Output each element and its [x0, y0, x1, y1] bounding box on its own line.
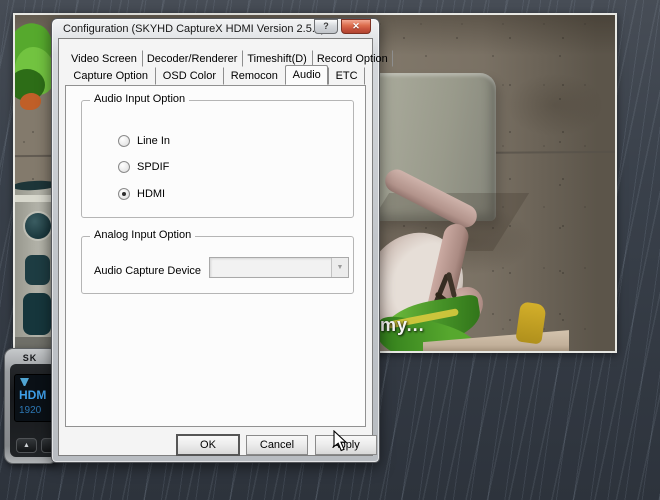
- configuration-dialog: Configuration (SKYHD CaptureX HDMI Versi…: [51, 18, 380, 463]
- radio-label: SPDIF: [137, 161, 169, 173]
- device-lcd-screen: HDM 1920: [14, 374, 56, 422]
- scene-yellow-object: [515, 301, 546, 344]
- tab-decoder-renderer[interactable]: Decoder/Renderer: [142, 50, 243, 67]
- tab-strip-row2: Capture Option OSD Color Remocon Audio E…: [66, 67, 365, 85]
- group-label: Audio Input Option: [90, 93, 189, 105]
- help-button[interactable]: ?: [314, 19, 338, 34]
- tab-remocon[interactable]: Remocon: [223, 67, 285, 85]
- tab-osd-color[interactable]: OSD Color: [155, 67, 223, 85]
- tab-audio[interactable]: Audio: [285, 65, 328, 85]
- scene-orange-fruit: [20, 93, 41, 110]
- capture-device-panel: SK HDM 1920 ▲: [4, 348, 58, 464]
- scene-panel-button: [25, 255, 50, 285]
- dialog-body: Video Screen Decoder/Renderer Timeshift(…: [58, 38, 373, 456]
- lcd-input-text: HDM: [19, 388, 46, 402]
- tab-etc[interactable]: ETC: [328, 67, 365, 85]
- radio-label: HDMI: [137, 188, 165, 200]
- dialog-title: Configuration (SKYHD CaptureX HDMI Versi…: [63, 23, 325, 35]
- audio-tab-page: Audio Input Option Line In SPDIF HDMI An…: [65, 85, 366, 427]
- radio-spdif[interactable]: SPDIF: [118, 160, 169, 173]
- audio-capture-device-combobox[interactable]: ▼: [209, 257, 349, 278]
- up-triangle-icon: ▲: [23, 442, 30, 449]
- radio-button-icon[interactable]: [118, 135, 130, 147]
- scene-panel-stripe: [15, 195, 55, 202]
- mouse-cursor-icon: [333, 430, 349, 452]
- ok-button[interactable]: OK: [177, 435, 239, 455]
- device-faceplate: HDM 1920 ▲: [10, 364, 56, 457]
- dropdown-arrow-icon[interactable]: ▼: [331, 258, 348, 277]
- radio-line-in[interactable]: Line In: [118, 134, 170, 147]
- scene-panel-knob: [25, 213, 51, 239]
- audio-input-option-group: Audio Input Option Line In SPDIF HDMI: [81, 100, 354, 218]
- device-up-button: ▲: [16, 438, 37, 453]
- radio-label: Line In: [137, 135, 170, 147]
- radio-button-icon[interactable]: [118, 161, 130, 173]
- group-label: Analog Input Option: [90, 229, 195, 241]
- close-button[interactable]: ✕: [341, 19, 371, 34]
- radio-button-icon[interactable]: [118, 188, 130, 200]
- radio-hdmi[interactable]: HDMI: [118, 187, 165, 200]
- scene-panel-handle: [23, 293, 51, 335]
- analog-input-option-group: Analog Input Option Audio Capture Device…: [81, 236, 354, 294]
- lcd-resolution-text: 1920: [19, 405, 41, 416]
- device-logo: SK: [5, 353, 55, 363]
- tab-capture-option[interactable]: Capture Option: [66, 67, 155, 85]
- cancel-button[interactable]: Cancel: [246, 435, 308, 455]
- antenna-icon: [20, 378, 29, 386]
- tab-video-screen[interactable]: Video Screen: [66, 50, 142, 67]
- audio-capture-device-label: Audio Capture Device: [94, 265, 201, 277]
